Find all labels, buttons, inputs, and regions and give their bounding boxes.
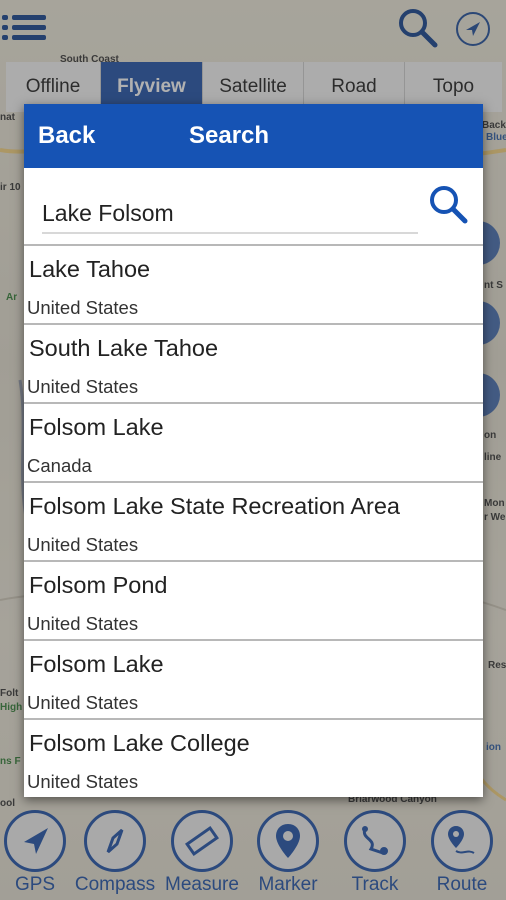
result-name: Folsom Lake State Recreation Area — [29, 493, 400, 519]
result-country: Canada — [27, 455, 92, 476]
result-country: United States — [27, 297, 139, 318]
result-name: South Lake Tahoe — [29, 335, 219, 361]
dialog-header: Back Search — [24, 104, 483, 168]
result-name: Folsom Lake — [29, 651, 164, 677]
result-item[interactable]: Folsom Lake United States — [24, 641, 483, 720]
result-item[interactable]: Lake Tahoe United States — [24, 246, 483, 325]
result-country: United States — [27, 534, 139, 555]
result-item[interactable]: Folsom Lake Canada — [24, 404, 483, 483]
search-underline — [42, 232, 418, 234]
result-name: Lake Tahoe — [29, 256, 151, 282]
search-results-list: Lake Tahoe United States South Lake Taho… — [24, 244, 483, 797]
back-button[interactable]: Back — [38, 122, 95, 150]
result-country: United States — [27, 376, 139, 397]
result-country: United States — [27, 692, 139, 713]
result-country: United States — [27, 613, 139, 634]
search-input[interactable] — [42, 194, 418, 232]
result-name: Folsom Lake — [29, 414, 164, 440]
result-name: Folsom Pond — [29, 572, 168, 598]
result-name: Folsom Lake College — [29, 730, 250, 756]
result-item[interactable]: South Lake Tahoe United States — [24, 325, 483, 404]
result-item[interactable]: Folsom Pond United States — [24, 562, 483, 641]
search-dialog: Back Search Lake Tahoe United States Sou… — [24, 104, 483, 797]
result-item[interactable]: Folsom Lake State Recreation Area United… — [24, 483, 483, 562]
result-country: United States — [27, 771, 139, 792]
result-item[interactable]: Folsom Lake College United States — [24, 720, 483, 797]
search-bar — [24, 168, 483, 244]
search-icon[interactable] — [426, 182, 470, 226]
dialog-title: Search — [189, 122, 270, 149]
